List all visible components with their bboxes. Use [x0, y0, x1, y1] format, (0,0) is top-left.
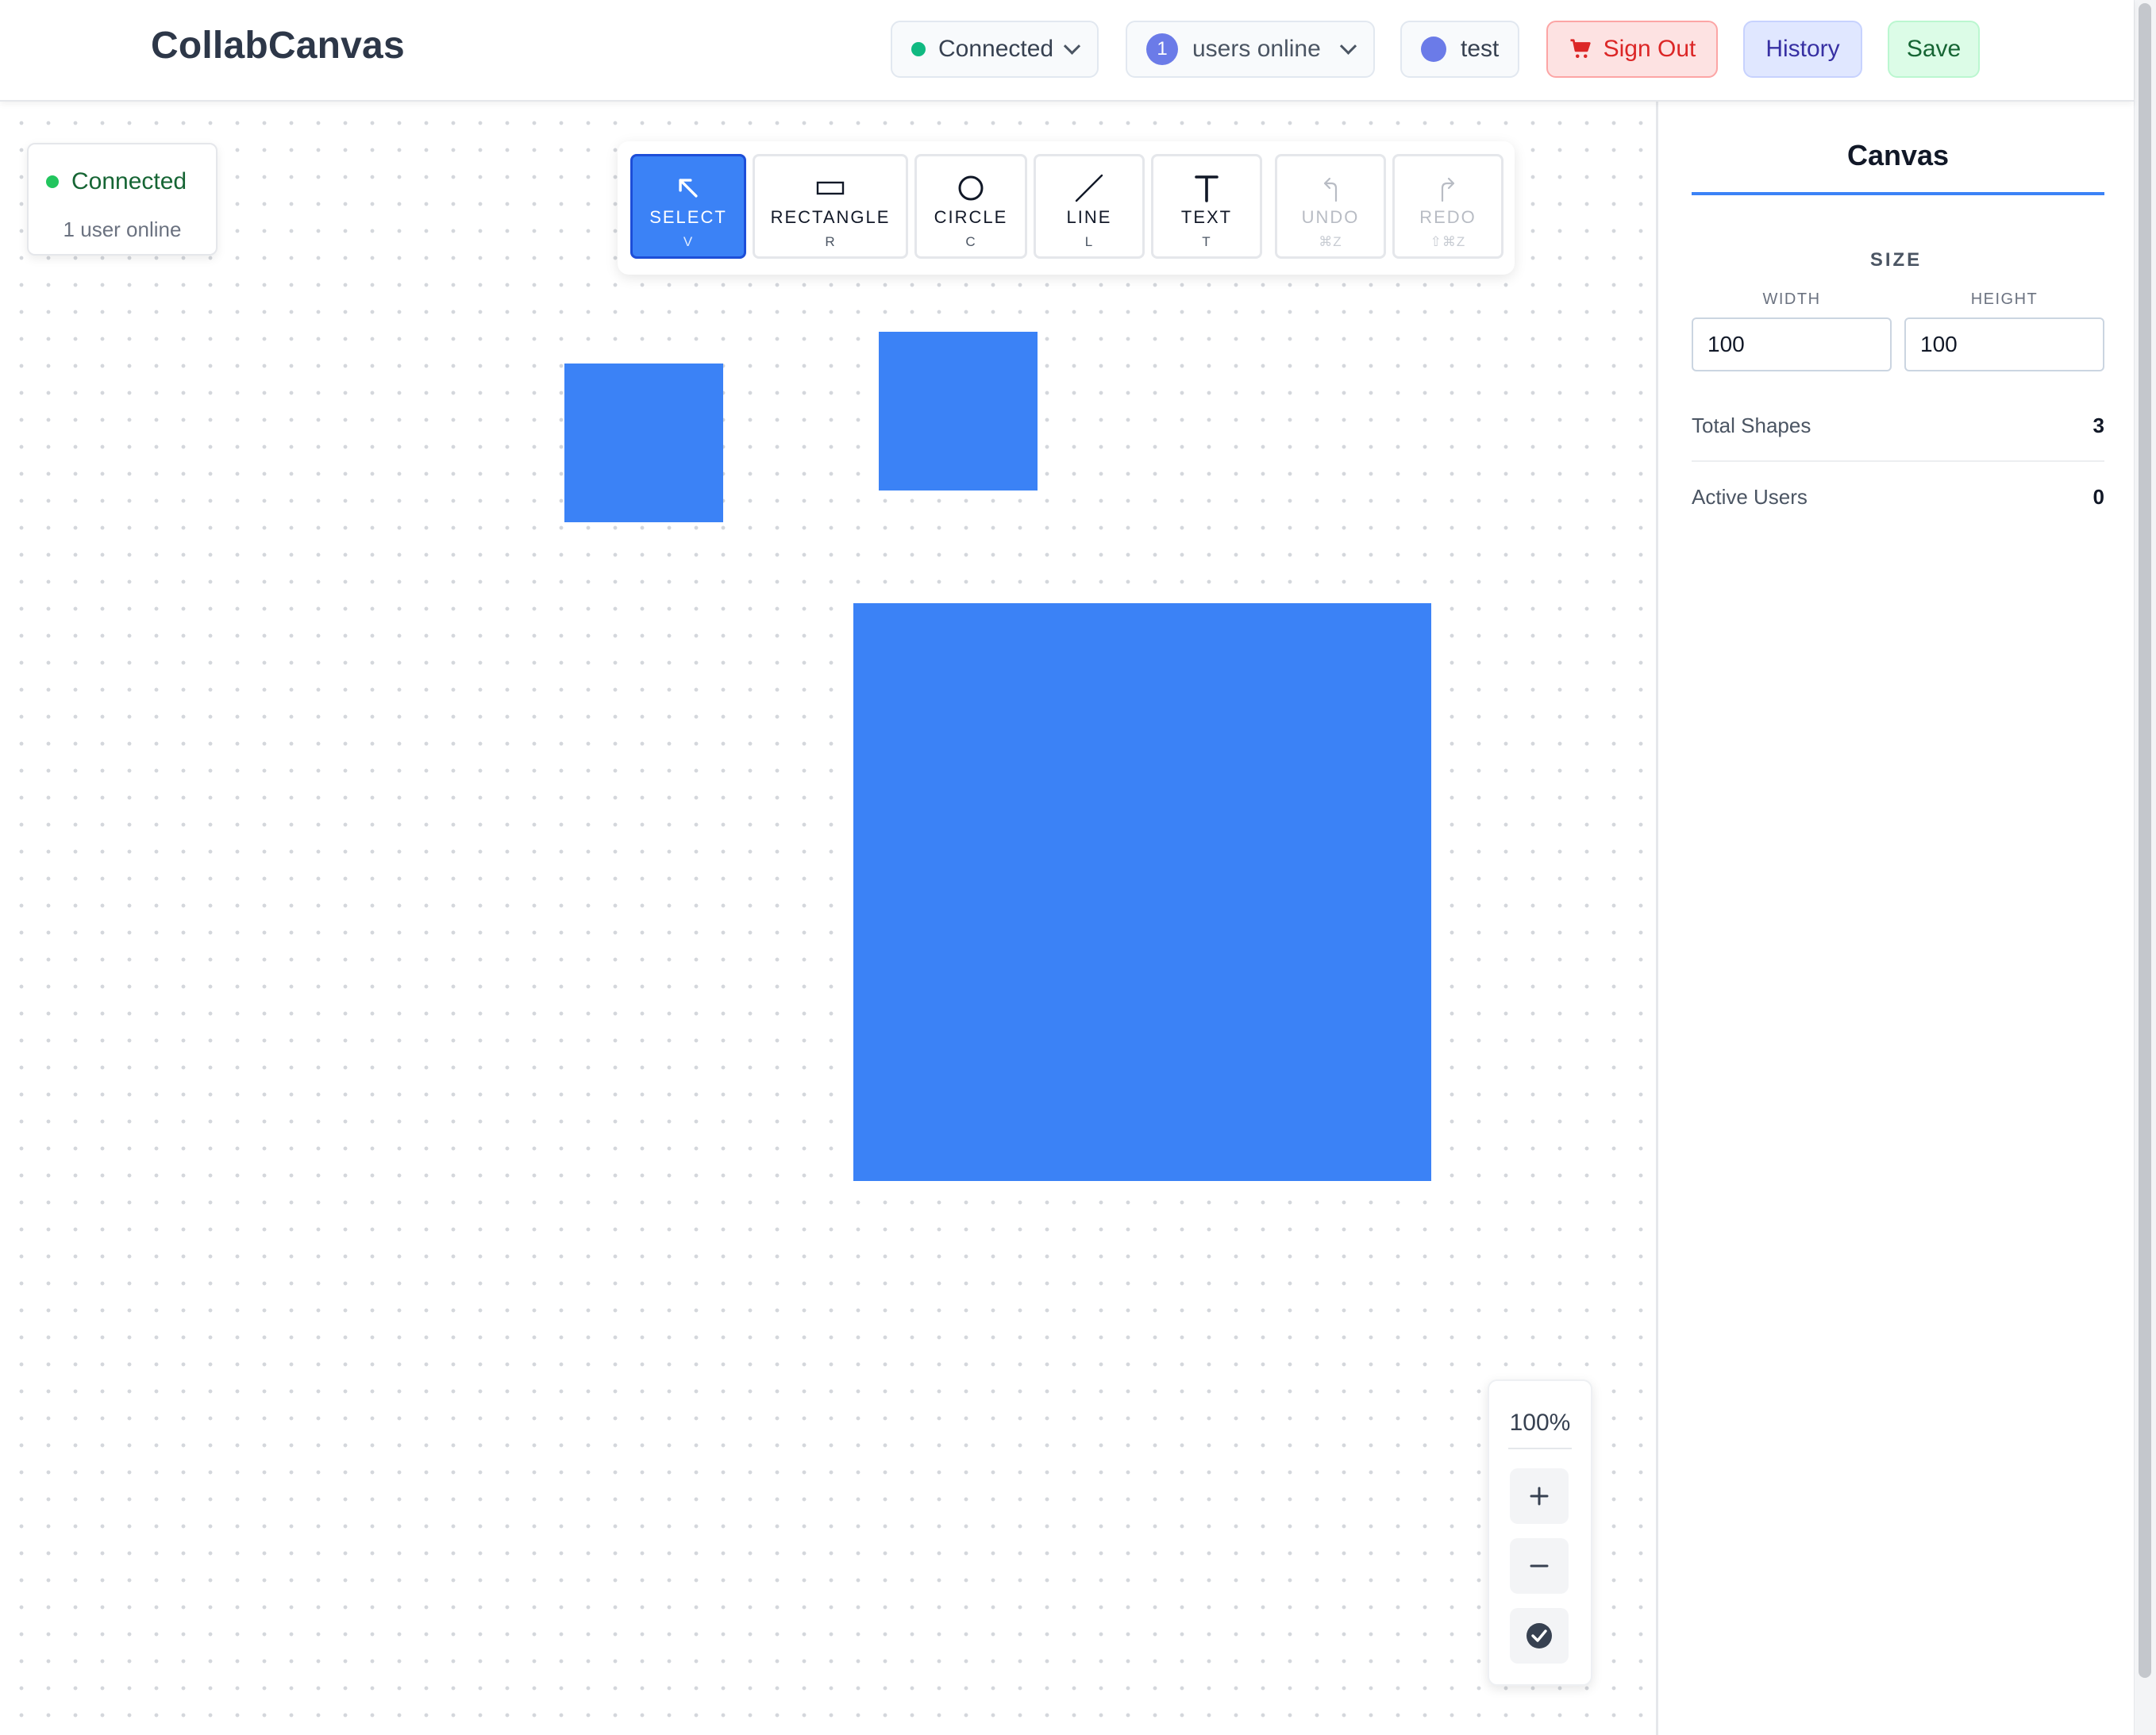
tool-label: REDO	[1419, 207, 1476, 227]
width-label: WIDTH	[1762, 290, 1821, 308]
stat-label: Total Shapes	[1692, 413, 1811, 437]
undo-button[interactable]: UNDO ⌘Z	[1275, 154, 1386, 259]
drawing-canvas[interactable]: Connected 1 user online SELECT V RECTANG…	[0, 102, 1656, 1735]
minus-icon	[1530, 1564, 1549, 1568]
line-icon	[1075, 174, 1103, 202]
canvas-rectangle[interactable]	[564, 364, 723, 522]
stat-active-users: Active Users 0	[1692, 462, 2104, 532]
history-button[interactable]: History	[1743, 21, 1862, 78]
tool-label: SELECT	[649, 207, 727, 227]
avatar	[1421, 37, 1446, 62]
zoom-in-button[interactable]	[1510, 1468, 1569, 1524]
status-dot-icon	[46, 175, 59, 188]
page-scrollbar[interactable]	[2134, 0, 2156, 1735]
check-circle-icon	[1527, 1623, 1552, 1648]
plus-icon	[1530, 1487, 1549, 1506]
connection-card-status: Connected	[71, 168, 187, 194]
arrow-up-left-icon	[679, 179, 698, 198]
connection-status-label: Connected	[938, 36, 1054, 62]
users-count-badge: 1	[1146, 33, 1178, 65]
rectangle-tool-button[interactable]: RECTANGLE R	[753, 154, 908, 259]
tool-label: UNDO	[1301, 207, 1360, 227]
users-online-dropdown[interactable]: 1 users online	[1126, 21, 1375, 78]
tool-shortcut: V	[683, 234, 694, 249]
tool-shortcut: T	[1202, 234, 1211, 249]
save-button[interactable]: Save	[1888, 21, 1980, 78]
circle-tool-button[interactable]: CIRCLE C	[914, 154, 1027, 259]
redo-icon	[1441, 177, 1455, 202]
user-name: test	[1461, 36, 1500, 62]
tool-label: TEXT	[1180, 207, 1233, 227]
tool-toolbar: SELECT V RECTANGLE R CIRCLE C LINE L TEX…	[618, 141, 1515, 275]
users-online-label: users online	[1192, 36, 1321, 62]
current-user[interactable]: test	[1400, 21, 1519, 78]
chevron-down-icon	[1063, 37, 1081, 55]
select-tool-button[interactable]: SELECT V	[630, 154, 746, 259]
height-input[interactable]	[1904, 317, 2104, 371]
stat-total-shapes: Total Shapes 3	[1692, 390, 2104, 462]
text-icon	[1195, 175, 1219, 202]
properties-panel: Canvas SIZE WIDTH HEIGHT Total Shapes 3 …	[1656, 102, 2134, 1735]
tool-shortcut: ⌘Z	[1319, 234, 1342, 249]
zoom-reset-button[interactable]	[1510, 1608, 1569, 1664]
canvas-rectangle[interactable]	[879, 332, 1038, 490]
status-dot-icon	[911, 42, 926, 56]
tool-shortcut: L	[1084, 234, 1094, 249]
size-section-title: SIZE	[1869, 249, 1923, 271]
sign-out-button[interactable]: Sign Out	[1546, 21, 1718, 78]
canvas-rectangle[interactable]	[853, 603, 1431, 1181]
stat-label: Active Users	[1692, 484, 1808, 509]
chevron-down-icon	[1339, 37, 1357, 55]
text-tool-button[interactable]: TEXT T	[1151, 154, 1262, 259]
tool-shortcut: C	[965, 234, 976, 249]
app-title: CollabCanvas	[151, 25, 405, 67]
top-bar: CollabCanvas Connected 1 users online te…	[0, 0, 2134, 102]
connection-card-users: 1 user online	[63, 217, 182, 241]
zoom-out-button[interactable]	[1510, 1538, 1569, 1594]
zoom-level: 100%	[1509, 1410, 1571, 1436]
tool-label: RECTANGLE	[770, 207, 891, 227]
cart-icon	[1570, 39, 1591, 58]
connection-status-dropdown[interactable]: Connected	[891, 21, 1099, 78]
circle-icon	[958, 175, 984, 201]
rectangle-icon	[816, 181, 845, 195]
undo-icon	[1323, 177, 1338, 202]
tab-canvas[interactable]: Canvas	[1692, 124, 2104, 195]
width-input[interactable]	[1692, 317, 1892, 371]
tool-label: CIRCLE	[934, 207, 1008, 227]
divider	[1508, 1448, 1572, 1449]
stat-value: 3	[2092, 413, 2104, 437]
connection-card: Connected 1 user online	[27, 143, 218, 256]
redo-button[interactable]: REDO ⇧⌘Z	[1392, 154, 1503, 259]
tool-shortcut: ⇧⌘Z	[1430, 234, 1466, 249]
stat-value: 0	[2092, 484, 2104, 509]
sign-out-label: Sign Out	[1603, 36, 1696, 62]
height-label: HEIGHT	[1970, 290, 2039, 308]
scrollbar-thumb[interactable]	[2139, 3, 2151, 1678]
zoom-controls: 100%	[1488, 1379, 1592, 1686]
tool-shortcut: R	[825, 234, 836, 249]
tool-label: LINE	[1066, 207, 1112, 227]
line-tool-button[interactable]: LINE L	[1034, 154, 1145, 259]
